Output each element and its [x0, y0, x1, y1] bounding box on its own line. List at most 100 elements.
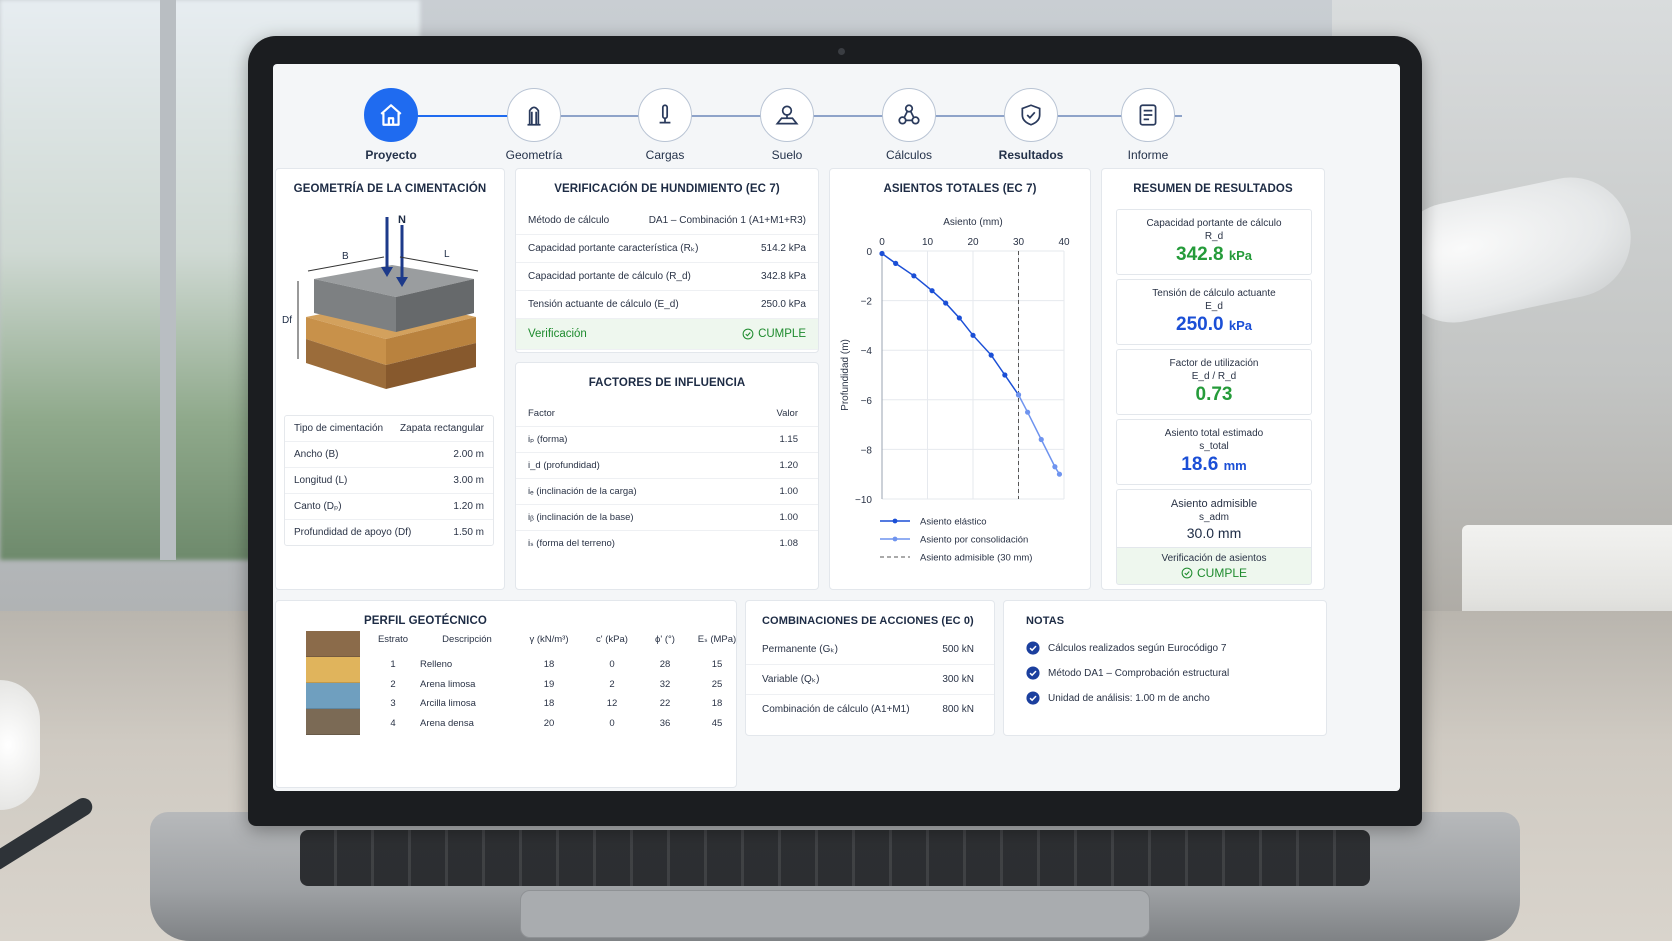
row-key: Método de cálculo [528, 215, 610, 226]
summary-settlement-check: Verificación de asientos CUMPLE [1116, 547, 1312, 585]
x-tick-label: 40 [1058, 237, 1070, 248]
soil-stratum-swatch [306, 657, 360, 683]
step-proyecto[interactable]: Proyecto [336, 88, 446, 162]
desk-paper-roll [0, 680, 40, 810]
header-cell: γ (kN/m³) [529, 634, 569, 645]
step-informe[interactable]: Informe [1093, 88, 1203, 162]
summary-bearing-capacity: Capacidad portante de cálculo R_d 342.8 … [1116, 209, 1312, 275]
soil-stratum-swatch [306, 683, 360, 709]
table-cell: 25 [711, 678, 723, 690]
table-row: Tensión actuante de cálculo (E_d) 250.0 k… [516, 291, 818, 319]
data-point [1038, 436, 1044, 443]
summary-value: 30.0 mm [1186, 525, 1242, 541]
list-item: Método DA1 – Comprobación estructural [1026, 666, 1326, 680]
laptop-keyboard [300, 830, 1370, 886]
row-value: 300 kN [942, 674, 974, 685]
check-circle-icon [1026, 691, 1040, 705]
settlement-chart-card: ASIENTOS TOTALES (EC 7) Asiento (mm) 0 10 2… [829, 168, 1091, 590]
load-label: N [398, 214, 406, 226]
y-tick-label: −10 [855, 495, 872, 506]
summary-symbol: s_total [1199, 441, 1229, 452]
table-row: Canto (Dₚ) 1.20 m [285, 494, 493, 520]
step-label: Cargas [645, 148, 685, 162]
value-number: 18.6 [1181, 454, 1219, 475]
legend-marker [892, 536, 898, 542]
row-key: Ancho (B) [294, 449, 339, 460]
row-value: 1.08 [779, 538, 799, 549]
verification-table: Método de cálculo DA1 – Combinación 1 (A1… [516, 207, 818, 350]
step-calculos[interactable]: Cálculos [854, 88, 964, 162]
x-axis-label: Asiento (mm) [943, 217, 1002, 228]
summary-value: 18.6 mm [1117, 454, 1311, 476]
profile-title: PERFIL GEOTÉCNICO [364, 615, 487, 627]
soil-strata-column [306, 631, 360, 735]
soil-stratum-swatch [306, 631, 360, 657]
table-cell: 0 [609, 659, 615, 670]
wizard-stepper: Proyecto Geometría Cargas Suelo Cálculos [273, 64, 1400, 164]
summary-label: Capacidad portante de cálculo [1146, 218, 1282, 229]
table-row: 4 Arena densa 20 0 36 45 [366, 718, 744, 729]
y-tick-label: −4 [861, 346, 873, 357]
data-point [911, 273, 917, 279]
check-circle-icon [1026, 666, 1040, 680]
check-circle-icon [1026, 641, 1040, 655]
series-line-0 [881, 252, 1020, 396]
table-cell: 22 [659, 698, 671, 709]
table-row: Permanente (Gₖ) 500 kN [746, 635, 994, 665]
verification-card: VERIFICACIÓN DE HUNDIMIENTO (EC 7) Métod… [515, 168, 819, 353]
summary-title: RESUMEN DE RESULTADOS [1133, 183, 1293, 195]
row-value: Zapata rectangular [400, 423, 484, 434]
legend-label: Asiento por consolidación [920, 535, 1028, 546]
header-cell: Estrato [377, 634, 409, 645]
summary-value: 0.73 [1195, 384, 1233, 405]
summary-label: Asiento total estimado [1164, 428, 1264, 439]
column-icon [507, 88, 561, 142]
table-cell: 15 [711, 659, 723, 670]
header-cell: c' (kPa) [596, 634, 628, 645]
table-cell: 18 [711, 698, 723, 709]
data-point [893, 260, 899, 266]
table-cell: 28 [659, 659, 671, 670]
data-point [929, 288, 935, 294]
verification-result-row: Verificación CUMPLE [516, 319, 818, 350]
app-screen: Proyecto Geometría Cargas Suelo Cálculos [273, 64, 1400, 791]
row-key: iᵦ (inclinación de la base) [528, 512, 634, 523]
list-item: Cálculos realizados según Eurocódigo 7 [1026, 641, 1326, 655]
summary-card: RESUMEN DE RESULTADOS Capacidad portante… [1101, 168, 1325, 590]
y-tick-label: −6 [861, 396, 873, 407]
step-cargas[interactable]: Cargas [610, 88, 720, 162]
x-tick-label: 30 [1013, 237, 1025, 248]
table-cell: Relleno [420, 659, 453, 670]
legend-label: Asiento elástico [920, 517, 987, 528]
table-cell: 2 [390, 678, 396, 690]
row-value: 1.50 m [453, 527, 484, 538]
camera-icon [838, 48, 845, 55]
step-geometria[interactable]: Geometría [479, 88, 589, 162]
table-row: 1 Relleno 18 0 28 15 [366, 659, 744, 670]
row-key: i_d (profundidad) [528, 460, 600, 471]
row-key: Profundidad de apoyo (Df) [294, 527, 412, 538]
row-value: 2.00 m [453, 449, 484, 460]
step-suelo[interactable]: Suelo [732, 88, 842, 162]
row-value: 1.15 [779, 434, 799, 445]
table-cell: 18 [543, 659, 555, 670]
data-point [970, 332, 976, 338]
x-tick-label: 0 [879, 237, 885, 248]
value-number: 250.0 [1176, 314, 1224, 335]
table-row: 2 Arena limosa 19 2 32 25 [366, 679, 744, 690]
summary-symbol: R_d [1204, 231, 1224, 242]
data-point [988, 352, 994, 358]
table-cell: 1 [390, 659, 396, 670]
row-key: Variable (Qₖ) [762, 674, 820, 685]
depth-label: Df [282, 315, 292, 326]
summary-utilization: Factor de utilización E_d / R_d 0.73 [1116, 349, 1312, 415]
combinations-title: COMBINACIONES DE ACCIONES (EC 0) [762, 615, 974, 627]
row-value: 250.0 kPa [760, 299, 806, 310]
series-line-1 [1017, 394, 1061, 475]
table-row: i_d (profundidad) 1.20 [516, 452, 818, 478]
table-row: Ancho (B) 2.00 m [285, 442, 493, 468]
step-resultados[interactable]: Resultados [976, 88, 1086, 162]
summary-acting-stress: Tensión de cálculo actuante E_d 250.0 kP… [1116, 279, 1312, 345]
table-row: 3 Arcilla limosa 18 12 22 18 [366, 698, 744, 709]
table-cell: 18 [543, 698, 555, 709]
